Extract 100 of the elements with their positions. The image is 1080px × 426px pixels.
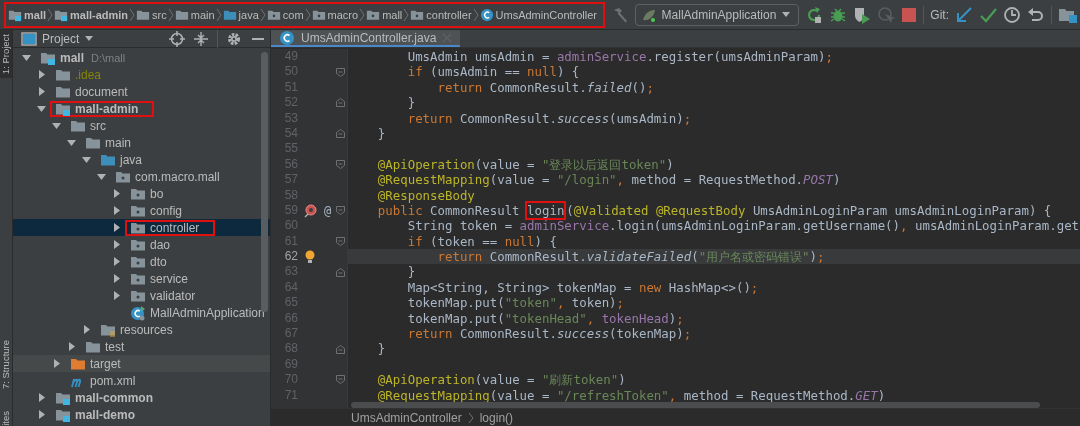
expanded-arrow-icon[interactable]	[66, 137, 77, 148]
collapsed-arrow-icon[interactable]	[66, 341, 77, 352]
code-line: @RequestMapping(value = "/login", method = RequestMethod.POST)	[376, 172, 842, 188]
code-line: @ApiOperation(value = "刷新token")	[376, 372, 627, 388]
tree-label: mall-demo	[75, 407, 135, 422]
project-view-dropdown[interactable]: Project	[21, 31, 95, 46]
settings-icon[interactable]	[226, 30, 242, 47]
collapsed-arrow-icon[interactable]	[36, 392, 47, 403]
tool-window-tab[interactable]: 7: Structure	[0, 336, 12, 394]
tree-item[interactable]: config	[13, 202, 270, 219]
caret-icon	[781, 10, 792, 19]
breadcrumb-item[interactable]: com	[266, 7, 304, 22]
breadcrumb-item[interactable]: mall	[366, 7, 403, 22]
collapsed-arrow-icon[interactable]	[36, 69, 47, 80]
collapsed-arrow-icon[interactable]	[36, 409, 47, 420]
tree-label: config	[150, 203, 183, 218]
tree-item[interactable]: service	[13, 270, 270, 287]
breadcrumb-item[interactable]: src	[136, 7, 167, 22]
code-line: Map<String, String> tokenMap = new HashMap<>();	[406, 279, 760, 296]
tree-item[interactable]: test	[13, 338, 270, 355]
chevron-icon	[403, 7, 410, 22]
tree-item[interactable]: validator	[13, 287, 270, 304]
tree-item[interactable]: target	[13, 355, 270, 372]
undo-icon[interactable]	[1027, 5, 1045, 24]
tool-window-tab[interactable]: ites	[0, 407, 12, 426]
tree-item[interactable]: resources	[13, 321, 270, 338]
locate-icon[interactable]	[169, 30, 185, 47]
collapsed-arrow-icon[interactable]	[111, 273, 122, 284]
expanded-arrow-icon[interactable]	[96, 171, 107, 182]
vcs-label: Git:	[930, 7, 949, 22]
fold-end-marker-icon[interactable]	[336, 129, 345, 139]
horizontal-scrollbar[interactable]	[351, 402, 1040, 408]
editor-tab[interactable]: UmsAdminController.java	[271, 30, 461, 47]
rerun-icon[interactable]	[805, 5, 824, 24]
tree-item[interactable]: mall-common	[13, 389, 270, 406]
clock-icon[interactable]	[1003, 5, 1021, 24]
fold-marker-icon[interactable]	[336, 67, 345, 77]
tree-item[interactable]: main	[13, 134, 270, 151]
tree-label: dao	[150, 237, 171, 252]
arrow-down-left-icon[interactable]	[955, 5, 973, 24]
code-line: tokenMap.put("token", token);	[406, 295, 626, 311]
tree-item[interactable]: mall-demo	[13, 406, 270, 423]
code-line: return CommonResult.success(tokenMap);	[406, 326, 693, 342]
tree-item[interactable]: pom.xml	[13, 372, 270, 389]
expanded-arrow-icon[interactable]	[21, 52, 32, 63]
collapsed-arrow-icon[interactable]	[81, 324, 92, 335]
fold-marker-icon[interactable]	[336, 236, 345, 246]
expanded-arrow-icon[interactable]	[81, 154, 92, 165]
chevron-icon	[259, 7, 266, 22]
tree-label: validator	[150, 288, 196, 303]
tree-item[interactable]: dto	[13, 253, 270, 270]
tree-item[interactable]: MallAdminApplication	[13, 304, 270, 321]
collapsed-arrow-icon[interactable]	[111, 290, 122, 301]
tree-item[interactable]: mall D:\mall	[13, 49, 270, 66]
collapsed-arrow-icon[interactable]	[111, 256, 122, 267]
tree-label: bo	[150, 186, 164, 201]
collapsed-arrow-icon[interactable]	[111, 188, 122, 199]
stop-icon[interactable]	[901, 6, 918, 23]
breadcrumb-item[interactable]: main	[174, 7, 215, 22]
tree-item[interactable]: java	[13, 151, 270, 168]
tree-label: dto	[150, 254, 167, 269]
breadcrumb-item[interactable]: controller	[410, 7, 472, 22]
tree-item[interactable]: document	[13, 83, 270, 100]
fold-end-marker-icon[interactable]	[336, 267, 345, 277]
tree-item[interactable]: dao	[13, 236, 270, 253]
collapsed-arrow-icon[interactable]	[111, 205, 122, 216]
gutter-marker[interactable]: @	[324, 203, 332, 218]
chevron-icon	[215, 7, 222, 22]
collapsed-arrow-icon[interactable]	[111, 239, 122, 250]
fold-marker-icon[interactable]	[336, 375, 345, 385]
collapsed-arrow-icon[interactable]	[51, 358, 62, 369]
shield-play-icon[interactable]	[853, 5, 872, 24]
fold-marker-icon[interactable]	[336, 206, 345, 216]
lightbulb-icon[interactable]	[304, 249, 316, 264]
fold-marker-icon[interactable]	[336, 159, 345, 169]
breadcrumb-item[interactable]: UmsAdminController	[479, 7, 598, 22]
breadcrumb-item[interactable]: macro	[311, 7, 359, 22]
tool-window-tab[interactable]: 1: Project	[0, 30, 12, 79]
chevron-icon	[467, 411, 474, 424]
tree-item[interactable]: mall-admin	[13, 100, 270, 117]
expanded-arrow-icon[interactable]	[36, 103, 47, 114]
expanded-arrow-icon[interactable]	[51, 120, 62, 131]
breadcrumb-item[interactable]: mall-admin	[54, 7, 129, 22]
breadcrumb-item[interactable]: mall	[8, 7, 46, 22]
breadcrumb-item[interactable]: java	[222, 7, 259, 22]
collapsed-arrow-icon[interactable]	[111, 222, 122, 233]
breadcrumb-item[interactable]: login()	[479, 410, 514, 425]
tree-item[interactable]: controller	[13, 219, 270, 236]
breadcrumb-item[interactable]: UmsAdminController	[351, 410, 462, 425]
tree-label: test	[105, 339, 125, 354]
tree-item[interactable]: com.macro.mall	[13, 168, 270, 185]
fold-end-marker-icon[interactable]	[336, 98, 345, 108]
collapsed-arrow-icon[interactable]	[36, 86, 47, 97]
fold-end-marker-icon[interactable]	[336, 344, 345, 354]
collapse-all-icon[interactable]	[193, 30, 209, 47]
tree-item[interactable]: src	[13, 117, 270, 134]
code-line: @RequestMapping(value = "/refreshToken", method = RequestMethod.GET)	[376, 387, 887, 403]
tree-item[interactable]: bo	[13, 185, 270, 202]
run-configuration-dropdown[interactable]: MallAdminApplication	[634, 3, 800, 26]
bug-icon[interactable]	[829, 5, 848, 24]
